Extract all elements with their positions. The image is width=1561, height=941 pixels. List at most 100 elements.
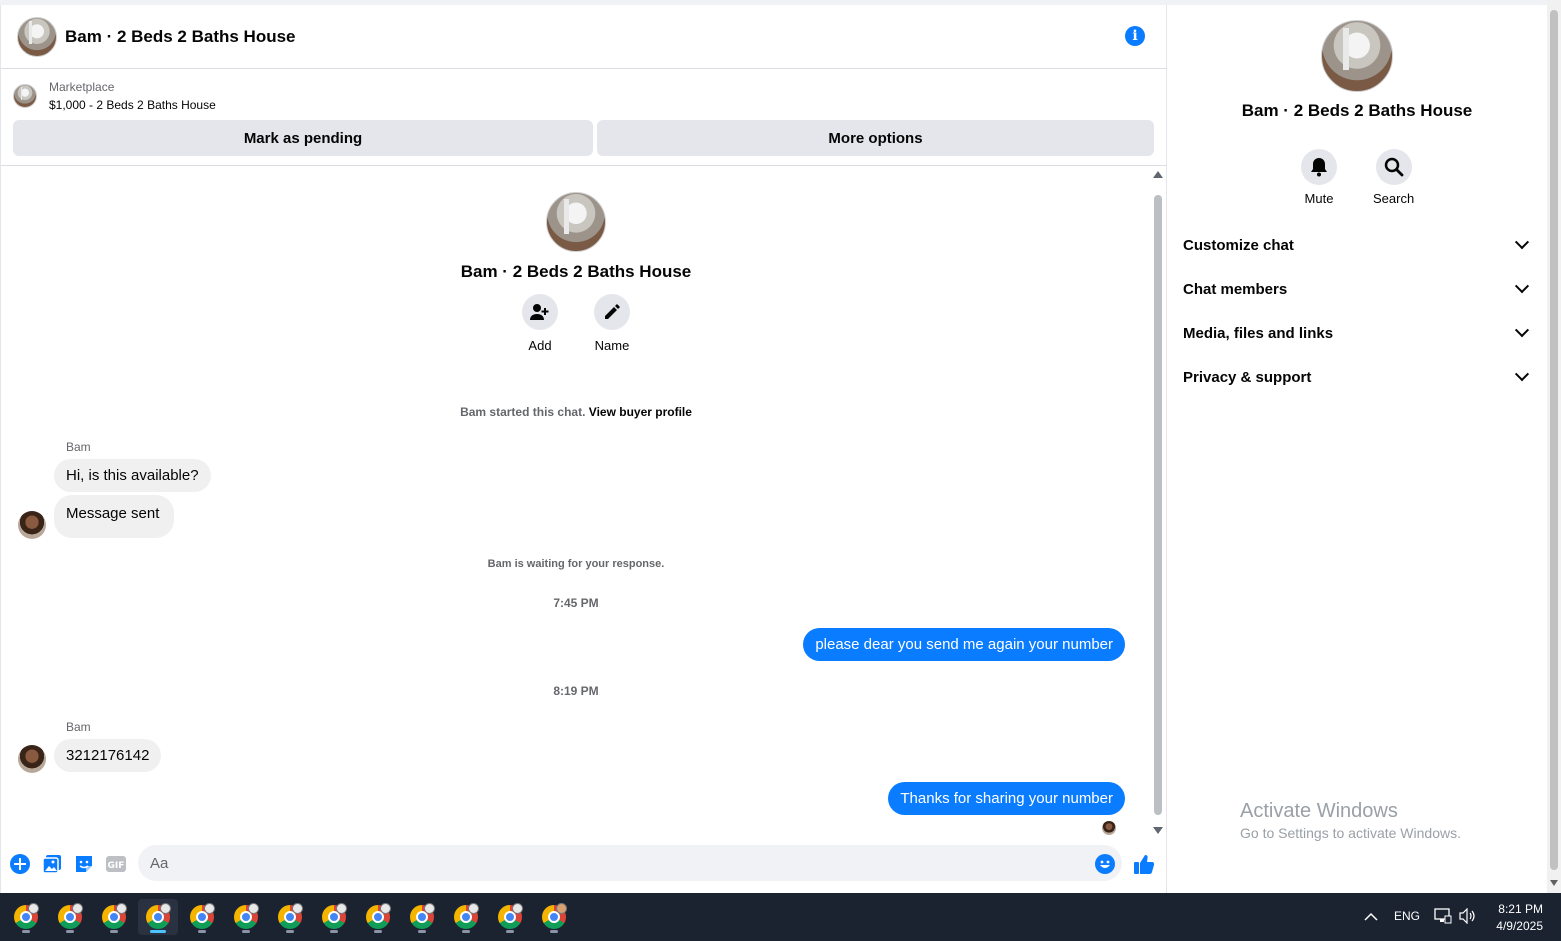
plus-icon[interactable]	[9, 853, 31, 875]
watermark-subtitle: Go to Settings to activate Windows.	[1240, 825, 1461, 841]
incoming-message[interactable]: Message sent	[54, 495, 175, 538]
outgoing-message[interactable]: Thanks for sharing your number	[888, 782, 1125, 815]
chevron-down-icon	[1514, 279, 1530, 294]
mark-as-pending-button[interactable]: Mark as pending	[13, 120, 593, 156]
taskbar-chrome-app[interactable]	[490, 899, 530, 935]
taskbar-chrome-app[interactable]	[534, 899, 574, 935]
taskbar-chrome-app[interactable]	[358, 899, 398, 935]
view-buyer-profile-link[interactable]: View buyer profile	[589, 405, 692, 419]
running-indicator	[550, 930, 558, 933]
sender-name: Bam	[66, 720, 91, 734]
chevron-down-icon	[1514, 235, 1530, 250]
message-list[interactable]: Bam · 2 Beds 2 Baths House Add Name Bam …	[1, 167, 1151, 837]
outgoing-message[interactable]: please dear you send me again your numbe…	[803, 628, 1125, 661]
taskbar-chrome-app[interactable]	[314, 899, 354, 935]
add-action[interactable]: Add	[522, 294, 558, 353]
section-media-files-links[interactable]: Media, files and links	[1183, 311, 1533, 355]
taskbar: ENG 8:21 PM 4/9/2025	[0, 893, 1561, 941]
search-action[interactable]: Search	[1373, 149, 1414, 206]
bell-icon[interactable]	[1301, 149, 1337, 185]
section-chat-members[interactable]: Chat members	[1183, 267, 1533, 311]
conversation-avatar[interactable]	[17, 16, 57, 57]
pencil-icon[interactable]	[594, 294, 630, 330]
chevron-down-icon	[1514, 367, 1530, 382]
taskbar-chrome-app[interactable]	[50, 899, 90, 935]
profile-icon	[204, 903, 215, 914]
marketplace-listing[interactable]: Marketplace $1,000 - 2 Beds 2 Baths Hous…	[13, 80, 216, 112]
speaker-icon[interactable]	[1459, 907, 1477, 929]
running-indicator	[66, 930, 74, 933]
gif-icon[interactable]: GIF	[105, 853, 127, 875]
running-indicator	[418, 930, 426, 933]
running-indicator	[286, 930, 294, 933]
sticker-icon[interactable]	[73, 853, 95, 875]
window-scrollbar[interactable]	[1547, 0, 1561, 893]
chat-started-notice: Bam started this chat. View buyer profil…	[1, 405, 1151, 419]
chat-intro: Bam · 2 Beds 2 Baths House Add Name	[1, 192, 1151, 353]
taskbar-chrome-app[interactable]	[182, 899, 222, 935]
name-action[interactable]: Name	[594, 294, 630, 353]
running-indicator	[242, 930, 250, 933]
taskbar-chrome-app-active[interactable]	[138, 899, 178, 935]
section-customize-chat[interactable]: Customize chat	[1183, 223, 1533, 267]
sender-name: Bam	[66, 440, 91, 454]
info-icon[interactable]: i	[1125, 26, 1145, 46]
profile-icon	[28, 903, 39, 914]
chevron-up-icon[interactable]	[1364, 909, 1378, 927]
taskbar-chrome-app[interactable]	[6, 899, 46, 935]
seen-indicator	[1102, 821, 1116, 835]
network-icon[interactable]	[1434, 908, 1452, 929]
profile-icon	[292, 903, 303, 914]
chat-column: Bam · 2 Beds 2 Baths House i Marketplace…	[0, 5, 1167, 893]
details-panel: Bam · 2 Beds 2 Baths House Mute Search C…	[1167, 5, 1547, 893]
running-indicator	[330, 930, 338, 933]
section-label: Chat members	[1183, 280, 1288, 298]
listing-thumbnail	[13, 84, 37, 108]
language-indicator[interactable]: ENG	[1394, 909, 1420, 923]
conversation-title[interactable]: Bam · 2 Beds 2 Baths House	[65, 27, 296, 47]
profile-icon	[116, 903, 127, 914]
taskbar-chrome-app[interactable]	[402, 899, 442, 935]
emoji-icon[interactable]	[1094, 853, 1116, 875]
incoming-message[interactable]: Hi, is this available?	[54, 459, 211, 492]
scroll-up-arrow[interactable]	[1153, 171, 1163, 178]
search-icon[interactable]	[1375, 149, 1412, 185]
marketplace-banner: Marketplace $1,000 - 2 Beds 2 Baths Hous…	[1, 70, 1167, 166]
mute-action[interactable]: Mute	[1301, 149, 1337, 206]
window-scroll-thumb[interactable]	[1550, 10, 1558, 870]
profile-icon	[336, 903, 347, 914]
profile-icon	[468, 903, 479, 914]
marketplace-label: Marketplace	[49, 80, 115, 94]
section-privacy-support[interactable]: Privacy & support	[1183, 355, 1533, 399]
message-input[interactable]: Aa	[138, 845, 1122, 881]
panel-avatar[interactable]	[1321, 20, 1393, 92]
timestamp: 8:19 PM	[553, 684, 599, 698]
panel-title: Bam · 2 Beds 2 Baths House	[1241, 101, 1473, 120]
taskbar-chrome-app[interactable]	[94, 899, 134, 935]
clock-date: 4/9/2025	[1496, 919, 1543, 933]
message-scrollbar[interactable]	[1154, 195, 1162, 815]
messenger-window: Bam · 2 Beds 2 Baths House i Marketplace…	[0, 0, 1561, 893]
bam-avatar[interactable]	[18, 745, 46, 773]
photo-icon[interactable]	[41, 853, 63, 875]
incoming-message[interactable]: 3212176142	[54, 739, 162, 772]
taskbar-chrome-app[interactable]	[446, 899, 486, 935]
message-placeholder: Aa	[150, 854, 169, 872]
profile-icon	[380, 903, 391, 914]
taskbar-chrome-app[interactable]	[226, 899, 266, 935]
thumbs-up-icon[interactable]	[1133, 853, 1155, 875]
add-person-icon[interactable]	[522, 294, 558, 330]
running-indicator	[374, 930, 382, 933]
more-options-button[interactable]: More options	[597, 120, 1154, 156]
waiting-notice: Bam is waiting for your response.	[487, 558, 665, 570]
window-scroll-down-arrow[interactable]	[1550, 880, 1558, 886]
taskbar-chrome-app[interactable]	[270, 899, 310, 935]
activate-windows-watermark: Activate Windows Go to Settings to activ…	[1240, 800, 1461, 841]
svg-text:GIF: GIF	[108, 861, 125, 871]
scroll-down-arrow[interactable]	[1153, 827, 1163, 834]
system-clock[interactable]: 8:21 PM 4/9/2025	[1496, 901, 1543, 935]
bam-avatar[interactable]	[18, 511, 46, 539]
timestamp: 7:45 PM	[553, 596, 599, 610]
section-label: Privacy & support	[1183, 368, 1312, 386]
add-label: Add	[528, 338, 552, 353]
